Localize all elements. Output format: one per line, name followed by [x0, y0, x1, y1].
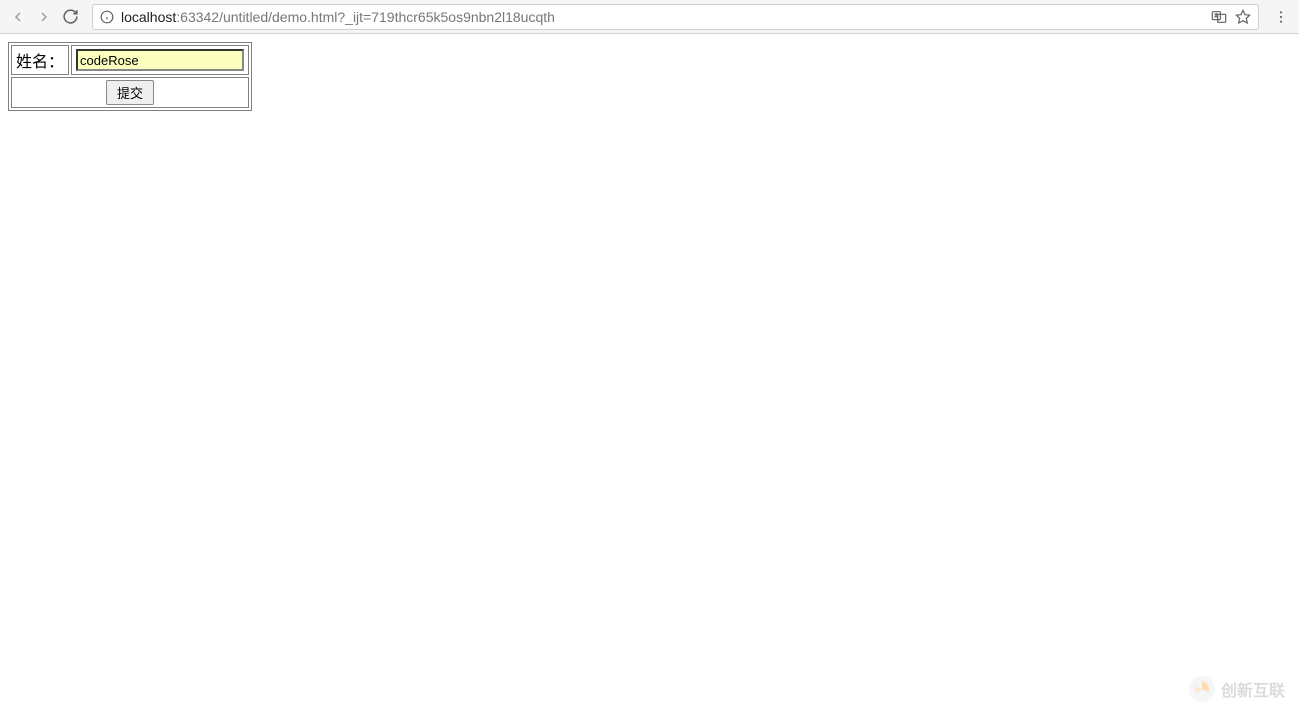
reload-button[interactable] — [60, 7, 80, 27]
watermark: 创新互联 — [1189, 676, 1285, 702]
page-content: 姓名： — [0, 34, 1299, 119]
url-host: localhost — [121, 9, 176, 25]
forward-button[interactable] — [34, 7, 54, 27]
site-info-icon[interactable] — [99, 9, 115, 25]
url-text: localhost:63342/untitled/demo.html?_ijt=… — [121, 9, 1204, 25]
submit-cell — [11, 77, 249, 108]
browser-menu-icon[interactable] — [1271, 7, 1291, 27]
name-input-cell — [71, 45, 249, 75]
browser-toolbar: localhost:63342/untitled/demo.html?_ijt=… — [0, 0, 1299, 34]
translate-icon[interactable] — [1210, 8, 1228, 26]
name-input[interactable] — [76, 49, 244, 71]
bookmark-star-icon[interactable] — [1234, 8, 1252, 26]
table-row: 姓名： — [11, 45, 249, 75]
watermark-text: 创新互联 — [1221, 677, 1285, 701]
submit-button[interactable] — [106, 80, 154, 105]
name-label: 姓名： — [11, 45, 69, 75]
back-button[interactable] — [8, 7, 28, 27]
form-table: 姓名： — [8, 42, 252, 111]
watermark-logo-icon — [1189, 676, 1215, 702]
address-bar[interactable]: localhost:63342/untitled/demo.html?_ijt=… — [92, 4, 1259, 30]
table-row — [11, 77, 249, 108]
url-path: :63342/untitled/demo.html?_ijt=719thcr65… — [176, 9, 555, 25]
